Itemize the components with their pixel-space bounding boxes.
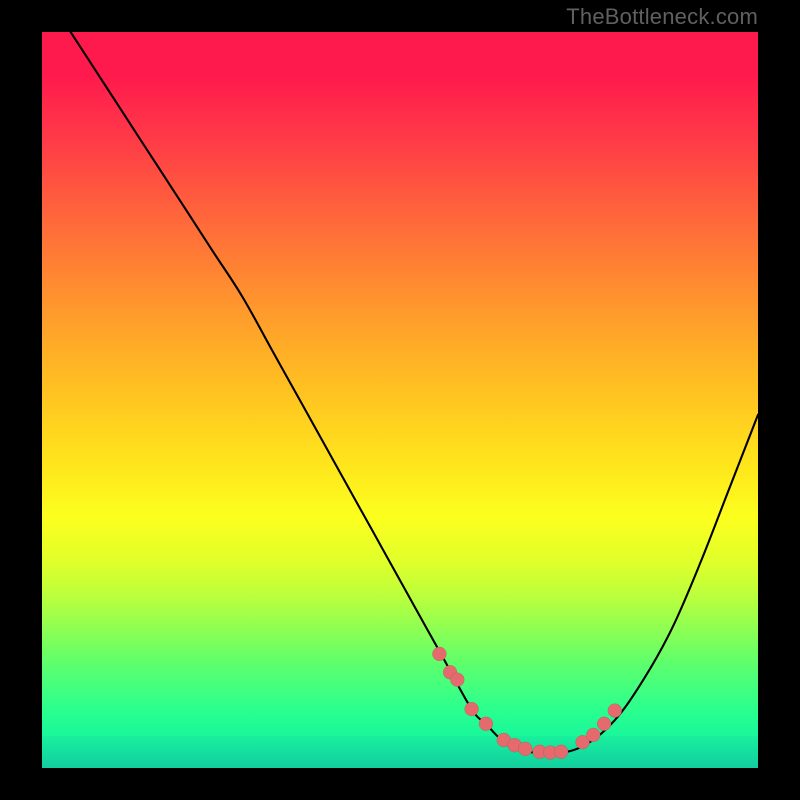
curve-dot (479, 717, 493, 731)
chart-frame: TheBottleneck.com (0, 0, 800, 800)
curve-dot (465, 702, 479, 716)
curve-dot (597, 717, 611, 731)
plot-overlay (42, 32, 758, 768)
curve-dot (608, 704, 622, 718)
curve-dot (518, 742, 532, 756)
curve-dot (450, 673, 464, 687)
curve-dots (432, 647, 621, 760)
curve-dot (554, 745, 568, 759)
curve-dot (432, 647, 446, 661)
curve-dot (586, 728, 600, 742)
bottleneck-curve (71, 32, 758, 754)
watermark-text: TheBottleneck.com (566, 4, 758, 30)
